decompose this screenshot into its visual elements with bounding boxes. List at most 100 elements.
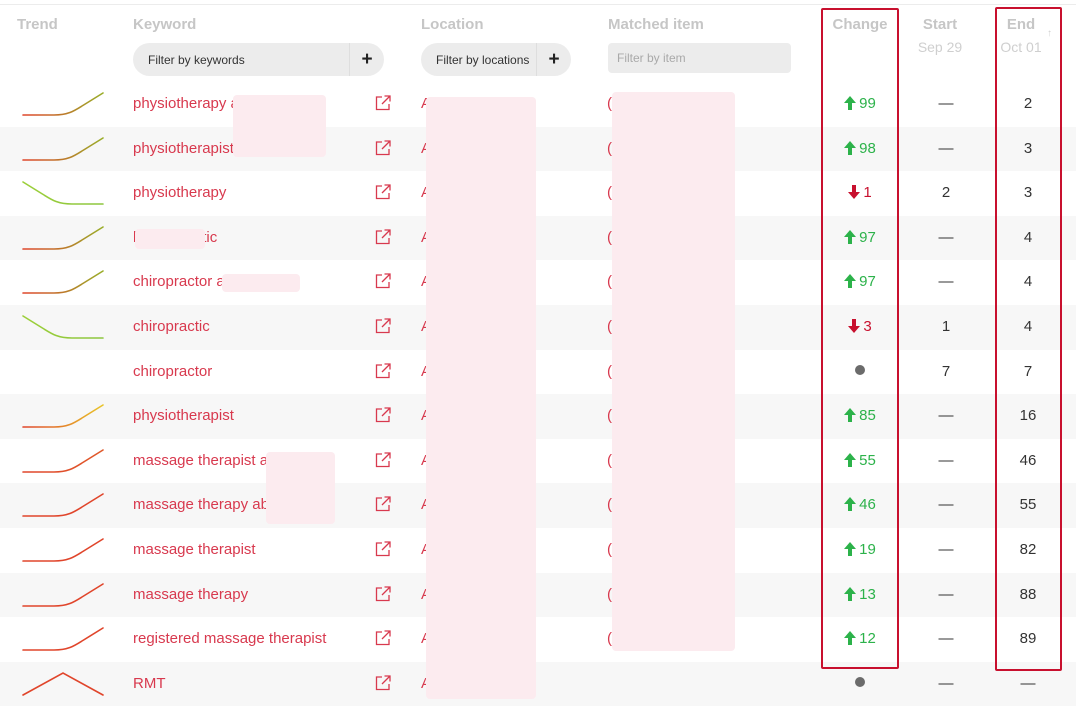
redacted-matched-column — [612, 92, 735, 651]
change-value: 12 — [859, 630, 876, 648]
end-position: 3 — [1023, 184, 1033, 202]
trend-line — [22, 582, 104, 607]
start-position: — — [938, 273, 954, 291]
external-link-icon[interactable] — [374, 585, 392, 603]
external-link-icon[interactable] — [374, 272, 392, 290]
keyword-link[interactable]: chiropractor — [133, 363, 212, 380]
change-cell: 13 — [822, 586, 898, 603]
arrow-up-icon — [844, 541, 857, 556]
arrow-up-icon — [844, 274, 857, 289]
header-matched-item[interactable]: Matched item — [608, 16, 704, 33]
external-link-icon[interactable] — [374, 540, 392, 558]
external-link-icon[interactable] — [374, 228, 392, 246]
header-start[interactable]: Start — [912, 16, 968, 33]
trend-sparkline — [22, 627, 104, 651]
end-position: 4 — [1023, 317, 1033, 335]
location-filter[interactable]: Filter by locations + — [421, 43, 571, 76]
external-link-icon[interactable] — [374, 362, 392, 380]
arrow-up-icon — [844, 408, 857, 423]
keyword-link[interactable]: massage therapist a — [133, 452, 268, 469]
redacted-keyword — [135, 229, 205, 249]
arrow-up-icon — [844, 140, 857, 155]
keyword-link[interactable]: chiropractic — [133, 318, 210, 335]
trend-sparkline — [22, 448, 104, 473]
add-location-filter-button[interactable]: + — [537, 49, 571, 71]
keyword-link[interactable]: physiotherapist — [133, 407, 234, 424]
table-row: chiropractor aA(97—4 — [0, 260, 1076, 305]
keyword-link[interactable]: physiotherapy — [133, 184, 226, 201]
external-link-icon[interactable] — [374, 317, 392, 335]
change-value: 46 — [859, 496, 876, 514]
change-cell: 12 — [822, 630, 898, 647]
start-position: — — [938, 540, 954, 558]
header-keyword[interactable]: Keyword — [133, 16, 196, 33]
change-cell: 46 — [822, 496, 898, 513]
arrow-down-icon — [848, 318, 861, 333]
start-position: — — [938, 228, 954, 246]
start-position: 1 — [941, 317, 951, 335]
start-position: — — [938, 674, 954, 692]
trend-sparkline — [22, 404, 104, 428]
keyword-link[interactable]: RMT — [133, 675, 166, 692]
trend-sparkline — [22, 493, 104, 518]
trend-line — [22, 181, 104, 205]
keyword-link[interactable]: massage therapy — [133, 586, 248, 603]
top-divider — [0, 4, 1076, 5]
trend-line — [22, 315, 104, 339]
keyword-link[interactable]: physiotherapy a — [133, 95, 239, 112]
table-row: massage therapist aA(55—46 — [0, 439, 1076, 484]
trend-line — [22, 671, 104, 696]
arrow-up-icon — [844, 452, 857, 467]
table-row: physiotherapyA(123 — [0, 171, 1076, 216]
arrow-up-icon — [844, 631, 857, 646]
change-cell: 3 — [822, 318, 898, 335]
start-position: — — [938, 95, 954, 112]
external-link-icon[interactable] — [374, 451, 392, 469]
change-value: 1 — [863, 184, 872, 202]
keyword-filter-label: Filter by keywords — [148, 52, 245, 67]
end-position: 46 — [1019, 451, 1037, 469]
header-change[interactable]: Change — [822, 16, 898, 33]
trend-sparkline — [22, 270, 104, 295]
table-row: chiropractorA(77 — [0, 350, 1076, 395]
trend-line — [22, 404, 104, 428]
change-cell — [822, 363, 898, 380]
end-position: — — [1020, 674, 1036, 692]
arrow-up-icon — [844, 96, 857, 110]
trend-line — [22, 627, 104, 651]
header-start-date: Sep 29 — [917, 39, 963, 55]
trend-line — [22, 92, 104, 116]
external-link-icon[interactable] — [374, 674, 392, 692]
table-row: massage therapyA(13—88 — [0, 572, 1076, 618]
keyword-filter[interactable]: Filter by keywords + — [133, 43, 384, 76]
trend-line — [22, 493, 104, 518]
add-keyword-filter-button[interactable]: + — [350, 49, 384, 71]
external-link-icon[interactable] — [374, 183, 392, 201]
table-row: physiotherapy aA(99—2 — [0, 82, 1076, 127]
change-value: 3 — [863, 317, 872, 335]
start-position: — — [938, 407, 954, 425]
header-end[interactable]: End — [996, 16, 1046, 33]
keyword-link[interactable]: chiropractor a — [133, 273, 225, 290]
external-link-icon[interactable] — [374, 629, 392, 647]
item-filter-input[interactable] — [608, 43, 791, 73]
external-link-icon[interactable] — [374, 94, 392, 112]
redacted-location-column — [426, 97, 536, 699]
location-filter-label: Filter by locations — [436, 52, 530, 67]
external-link-icon[interactable] — [374, 139, 392, 157]
sort-arrow-icon[interactable]: ↑ — [1047, 28, 1052, 39]
end-position: 82 — [1019, 540, 1037, 558]
keyword-link[interactable]: registered massage therapist — [133, 630, 326, 647]
redacted-keyword — [222, 274, 300, 292]
header-location[interactable]: Location — [421, 16, 484, 33]
external-link-icon[interactable] — [374, 495, 392, 513]
keyword-link[interactable]: massage therapy ab — [133, 496, 269, 513]
keyword-link[interactable]: physiotherapist — [133, 140, 234, 157]
change-value: 97 — [859, 273, 876, 291]
external-link-icon[interactable] — [374, 406, 392, 424]
arrow-down-icon — [848, 185, 861, 200]
trend-sparkline — [22, 582, 104, 607]
change-cell: 98 — [822, 140, 898, 157]
keyword-link[interactable]: massage therapist — [133, 541, 256, 558]
redacted-keyword — [266, 452, 335, 524]
